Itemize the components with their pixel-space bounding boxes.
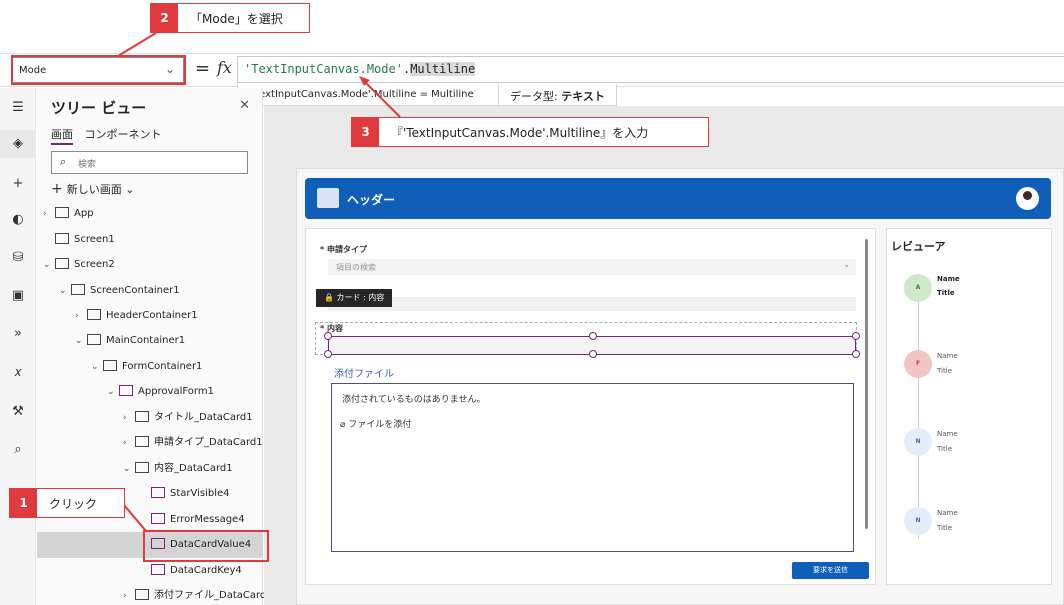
- callout-number: 3: [352, 118, 379, 146]
- annotation-callout-1: 1 クリック: [9, 488, 125, 518]
- callout-text: 「Mode」を選択: [190, 11, 283, 26]
- callout-number: 1: [10, 489, 37, 517]
- annotation-connectors: [117, 32, 401, 532]
- callout-text: クリック: [49, 496, 98, 511]
- annotation-callout-2: 2 「Mode」を選択: [150, 3, 310, 33]
- annotation-callout-3: 3 『'TextInputCanvas.Mode'.Multiline』を入力: [351, 117, 709, 147]
- callout-number: 2: [151, 4, 178, 32]
- callout-text: 『'TextInputCanvas.Mode'.Multiline』を入力: [391, 125, 649, 140]
